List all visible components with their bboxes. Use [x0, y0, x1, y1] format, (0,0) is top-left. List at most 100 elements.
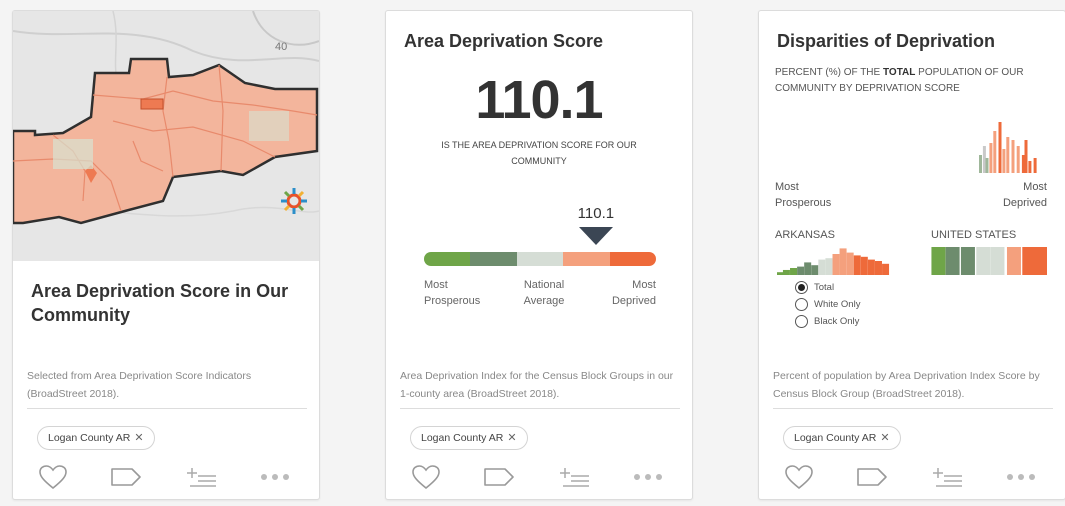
add-to-list-button[interactable] — [558, 463, 592, 491]
chart-bar — [811, 265, 819, 275]
radio-white-only[interactable]: White Only — [795, 298, 860, 311]
chart-bar — [976, 247, 991, 275]
chart-bar — [846, 252, 854, 275]
scale-segment — [516, 252, 564, 266]
chart-bar — [993, 131, 997, 173]
tag-remove-icon[interactable]: ✕ — [134, 432, 143, 444]
favorite-button[interactable] — [783, 463, 815, 491]
tag-icon — [857, 468, 887, 486]
chart-bar — [1011, 140, 1015, 173]
location-tag[interactable]: Logan County AR ✕ — [37, 426, 155, 450]
chart-bar — [804, 262, 812, 275]
chart-bar — [1021, 155, 1025, 173]
card-title[interactable]: Disparities of Deprivation — [777, 29, 995, 53]
radio-label: Total — [814, 282, 835, 293]
label-line: Most — [1023, 181, 1047, 193]
arkansas-distribution-chart — [777, 248, 890, 275]
card-title[interactable]: Area Deprivation Score in Our Community — [31, 279, 291, 327]
radio-button[interactable] — [795, 281, 808, 294]
chart-bar — [1024, 140, 1028, 173]
scale-segment — [470, 252, 517, 266]
add-to-list-button[interactable] — [185, 463, 219, 491]
heart-icon — [412, 465, 440, 490]
radio-label: White Only — [814, 299, 861, 310]
radio-black-only[interactable]: Black Only — [795, 315, 859, 328]
card-disparities-of-deprivation[interactable]: Disparities of Deprivation PERCENT (%) O… — [758, 10, 1065, 500]
chart-bar — [790, 268, 798, 275]
source-note: Area Deprivation Index for the Census Bl… — [400, 370, 674, 400]
chart-subtitle: PERCENT (%) OF THE TOTAL POPULATION OF O… — [775, 65, 1055, 97]
favorite-button[interactable] — [37, 463, 69, 491]
chart-bar — [990, 247, 1005, 275]
community-distribution-chart — [979, 122, 1037, 173]
chart-bar — [979, 155, 982, 173]
chart-bar — [1028, 161, 1032, 173]
score-value: 110.1 — [475, 70, 603, 130]
broadstreet-logo-icon — [281, 188, 307, 214]
heart-icon — [785, 465, 813, 490]
tag-remove-icon[interactable]: ✕ — [880, 432, 889, 444]
add-to-list-button[interactable] — [931, 463, 965, 491]
card-actions — [410, 463, 672, 493]
marker-pointer-icon — [578, 227, 613, 245]
axis-label-prosperous: Most Prosperous — [775, 179, 831, 211]
source-note: Selected from Area Deprivation Score Ind… — [27, 370, 252, 400]
chart-bar — [985, 158, 989, 173]
chart-bar — [1016, 146, 1020, 173]
chart-bar — [931, 247, 946, 275]
tag-icon — [484, 468, 514, 486]
tag-button[interactable] — [109, 463, 143, 491]
chart-bar — [867, 259, 875, 275]
more-options-button[interactable] — [1003, 463, 1039, 491]
highway-label: 40 — [275, 41, 288, 53]
more-options-button[interactable] — [630, 463, 666, 491]
divider — [400, 408, 680, 409]
nation-label: UNITED STATES — [931, 229, 1017, 241]
radio-total[interactable]: Total — [795, 281, 834, 294]
radio-button[interactable] — [795, 315, 808, 328]
chart-bar — [989, 143, 993, 173]
label-line: Deprived — [1002, 197, 1047, 209]
more-options-button[interactable] — [257, 463, 293, 491]
tag-label: Logan County AR — [421, 432, 504, 444]
chart-bar — [782, 269, 790, 275]
chart-bar — [945, 247, 960, 275]
scale-label-deprived: Most Deprived — [596, 277, 656, 309]
radio-label: Black Only — [814, 316, 860, 327]
card-actions — [37, 463, 299, 493]
label-line: Average — [523, 295, 565, 307]
chart-bar — [1006, 247, 1021, 275]
source-note: Percent of population by Area Deprivatio… — [773, 370, 1040, 400]
chart-bar — [982, 146, 986, 173]
chart-bar — [818, 259, 826, 275]
card-actions — [783, 463, 1045, 493]
chart-bar — [832, 254, 840, 275]
chart-bar — [825, 258, 833, 275]
card-area-deprivation-score[interactable]: Area Deprivation Score 110.1 IS THE AREA… — [385, 10, 693, 500]
us-distribution-chart — [931, 247, 1047, 275]
card-title[interactable]: Area Deprivation Score — [404, 29, 603, 53]
tag-label: Logan County AR — [48, 432, 131, 444]
tag-button[interactable] — [482, 463, 516, 491]
score-caption: IS THE AREA DEPRIVATION SCORE FOR OUR CO… — [441, 140, 637, 166]
marker-value: 110.1 — [577, 205, 615, 222]
label-line: Prosperous — [775, 197, 832, 209]
scale-segment — [563, 252, 610, 266]
tag-remove-icon[interactable]: ✕ — [507, 432, 516, 444]
chart-bar — [1002, 149, 1006, 173]
more-icon — [261, 474, 289, 480]
label-line: Most — [424, 279, 448, 291]
add-list-icon — [187, 468, 216, 487]
radio-button[interactable] — [795, 298, 808, 311]
chart-bar — [797, 266, 805, 275]
location-tag[interactable]: Logan County AR ✕ — [410, 426, 528, 450]
tag-button[interactable] — [855, 463, 889, 491]
location-tag[interactable]: Logan County AR ✕ — [783, 426, 901, 450]
map-graphic — [13, 11, 319, 261]
community-map[interactable]: 40 — [13, 11, 319, 261]
score-scale — [424, 252, 657, 266]
subtitle-emphasis: TOTAL — [882, 67, 916, 78]
divider — [773, 408, 1053, 409]
card-area-deprivation-map[interactable]: 40 Area Deprivation Score in Our Communi… — [12, 10, 320, 500]
favorite-button[interactable] — [410, 463, 442, 491]
